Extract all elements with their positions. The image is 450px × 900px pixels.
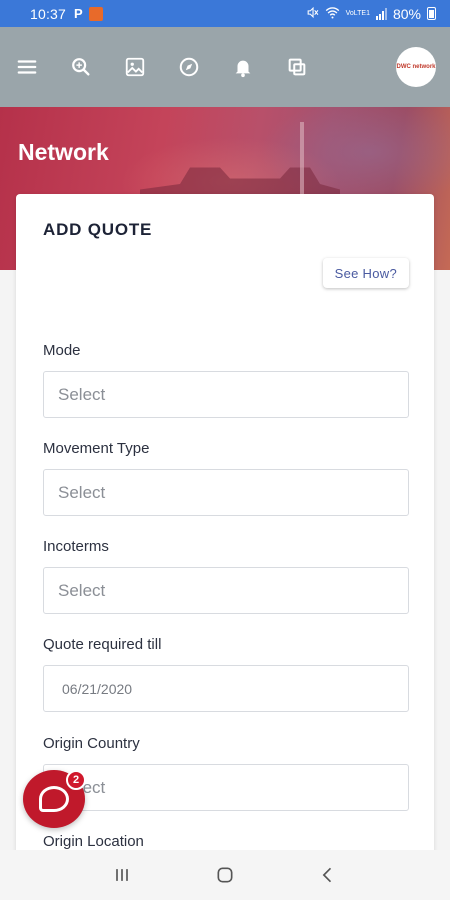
incoterms-label: Incoterms — [43, 538, 109, 555]
parking-app-icon: P — [74, 6, 83, 21]
wifi-icon — [325, 6, 340, 22]
app-toolbar: DWC network — [0, 27, 450, 107]
image-icon[interactable] — [124, 56, 146, 78]
volte-label: VoLTE1 — [345, 10, 370, 17]
recent-apps-button[interactable] — [107, 860, 137, 890]
back-button[interactable] — [313, 860, 343, 890]
origin-country-field: Origin Country Select — [43, 735, 409, 811]
movement-type-field: Movement Type Select — [43, 440, 409, 516]
mode-label: Mode — [43, 342, 81, 359]
movement-type-label: Movement Type — [43, 440, 150, 457]
battery-icon — [427, 7, 436, 20]
copy-icon[interactable] — [286, 56, 308, 78]
hero-crane-image — [300, 122, 304, 202]
mute-icon — [306, 6, 319, 22]
quote-required-till-label: Quote required till — [43, 636, 162, 653]
chat-icon — [39, 786, 69, 812]
signal-icon — [375, 7, 387, 20]
compass-icon[interactable] — [178, 56, 200, 78]
origin-country-select[interactable]: Select — [43, 764, 409, 811]
company-logo[interactable]: DWC network — [396, 47, 436, 87]
recent-apps-icon — [115, 869, 128, 881]
incoterms-field: Incoterms Select — [43, 538, 409, 614]
notification-app-icon — [88, 6, 103, 21]
origin-country-label: Origin Country — [43, 735, 140, 752]
see-how-button[interactable]: See How? — [322, 258, 409, 288]
back-icon — [322, 867, 332, 883]
status-right-group: VoLTE1 80% — [306, 6, 436, 22]
menu-icon[interactable] — [16, 56, 38, 78]
chat-unread-badge: 2 — [66, 770, 86, 790]
mode-select[interactable]: Select — [43, 371, 409, 418]
screen: 10:37 P VoLTE1 80% DWC network Network A… — [0, 0, 450, 900]
home-icon — [217, 867, 233, 883]
home-button[interactable] — [210, 860, 240, 890]
quote-required-till-field: Quote required till 06/21/2020 — [43, 636, 409, 712]
search-icon[interactable] — [70, 56, 92, 78]
bell-icon[interactable] — [232, 56, 254, 78]
page-title: Network — [18, 139, 109, 165]
card-title: ADD QUOTE — [43, 220, 153, 239]
origin-location-label: Origin Location — [43, 833, 144, 850]
incoterms-select[interactable]: Select — [43, 567, 409, 614]
mode-field: Mode Select — [43, 342, 409, 418]
status-bar: 10:37 P VoLTE1 80% — [0, 0, 450, 27]
system-nav-bar — [0, 850, 450, 900]
status-time: 10:37 — [30, 5, 67, 22]
logo-text: DWC network — [396, 64, 436, 70]
movement-type-select[interactable]: Select — [43, 469, 409, 516]
battery-percent: 80% — [392, 5, 421, 22]
quote-required-till-input[interactable]: 06/21/2020 — [43, 665, 409, 712]
